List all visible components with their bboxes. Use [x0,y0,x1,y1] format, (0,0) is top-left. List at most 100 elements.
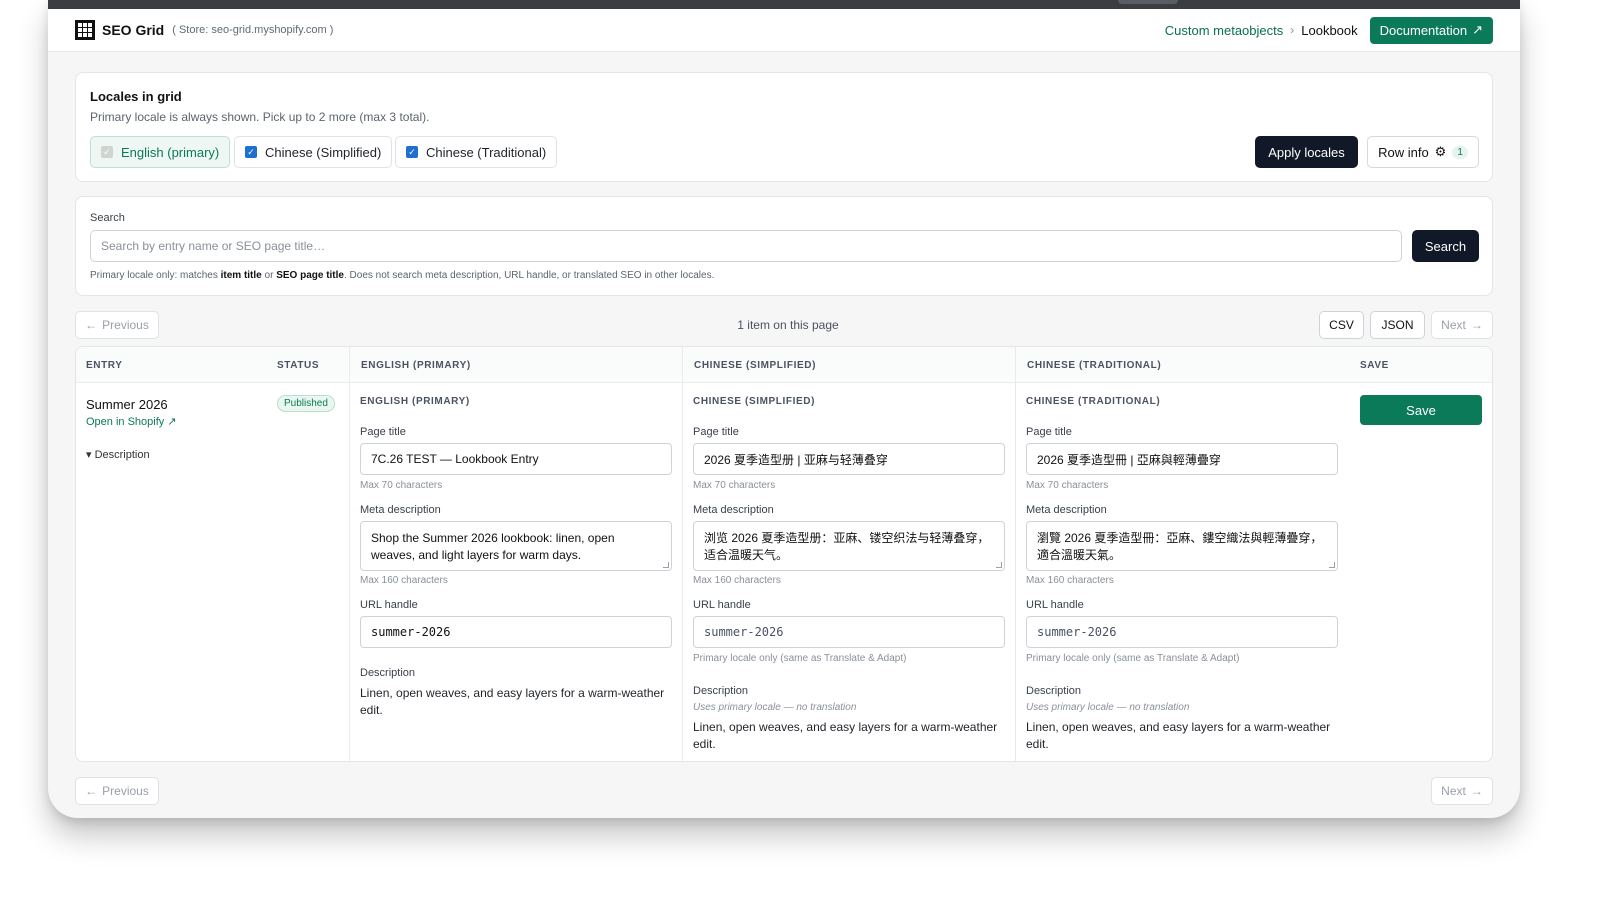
search-button[interactable]: Search [1412,230,1479,262]
locale-chinese-simplified-checkbox[interactable]: ✓ Chinese (Simplified) [234,136,393,168]
item-count: 1 item on this page [737,318,839,332]
arrow-right-icon: → [1470,318,1483,332]
browser-top-strip [48,0,1520,9]
chevron-right-icon: › [1290,23,1295,37]
app-window: SEO Grid ( Store: seo-grid.myshopify.com… [48,0,1520,818]
row-info-label: Row info [1378,144,1429,160]
meta-description-textarea[interactable]: 瀏覽 2026 夏季造型冊：亞麻、鏤空織法與輕薄疊穿，適合溫暖天氣。 [1026,521,1338,571]
url-handle-help: Primary locale only (same as Translate &… [693,653,907,664]
search-card: Search Search Primary locale only: match… [75,196,1493,296]
checkbox-icon: ✓ [406,146,418,158]
search-input[interactable] [90,230,1402,262]
locale-english-checkbox[interactable]: ✓ English (primary) [90,136,231,168]
description-label: Description [693,685,749,697]
previous-label: Previous [102,318,149,332]
page-title-input[interactable]: 2026 夏季造型册 | 亚麻与轻薄叠穿 [693,443,1005,475]
seo-grid-table: ENTRY STATUS ENGLISH (PRIMARY) CHINESE (… [75,346,1493,762]
meta-description-label: Meta description [360,504,441,516]
header-status: STATUS [277,360,320,371]
locale-label: Chinese (Traditional) [426,144,547,160]
description-help: Uses primary locale — no translation [1026,702,1190,713]
meta-description-help: Max 160 characters [693,575,781,586]
gear-icon: ⚙ [1434,144,1447,159]
row-info-count-badge: 1 [1452,145,1468,159]
arrow-left-icon: ← [85,784,98,798]
url-handle-input: summer-2026 [693,616,1005,648]
column-heading: CHINESE (SIMPLIFIED) [693,396,816,407]
breadcrumb-custom-metaobjects[interactable]: Custom metaobjects [1165,23,1284,38]
previous-button-bottom[interactable]: ← Previous [75,777,159,805]
header-chinese-simplified: CHINESE (SIMPLIFIED) [694,360,817,371]
locale-chinese-traditional-checkbox[interactable]: ✓ Chinese (Traditional) [395,136,558,168]
documentation-label: Documentation [1379,22,1468,38]
breadcrumb-current: Lookbook [1301,22,1358,38]
url-handle-label: URL handle [693,599,751,611]
next-button-top[interactable]: Next → [1431,311,1493,339]
previous-label: Previous [102,784,149,798]
strip-notch [1118,0,1178,4]
column-heading: ENGLISH (PRIMARY) [360,396,470,407]
header-entry: ENTRY [86,360,123,371]
next-label: Next [1441,784,1466,798]
checkbox-icon: ✓ [101,146,113,158]
meta-description-textarea[interactable]: 浏览 2026 夏季造型册：亚麻、镂空织法与轻薄叠穿，适合温暖天气。 [693,521,1005,571]
column-heading: CHINESE (TRADITIONAL) [1026,396,1161,407]
locale-label: English (primary) [121,144,220,160]
next-button-bottom[interactable]: Next → [1431,777,1493,805]
json-button[interactable]: JSON [1370,311,1425,339]
description-label: Description [360,667,416,679]
header-save: SAVE [1360,360,1389,371]
meta-description-help: Max 160 characters [1026,575,1114,586]
description-text: Linen, open weaves, and easy layers for … [693,720,998,751]
arrow-right-icon: → [1470,784,1483,798]
checkbox-icon: ✓ [245,146,257,158]
arrow-left-icon: ← [85,318,98,332]
url-handle-label: URL handle [360,599,418,611]
meta-description-help: Max 160 characters [360,575,448,586]
page-title-help: Max 70 characters [693,480,776,491]
page-title-label: Page title [360,426,406,438]
locales-subtitle: Primary locale is always shown. Pick up … [90,110,430,124]
save-button[interactable]: Save [1360,395,1482,425]
description-text: Linen, open weaves, and easy layers for … [1026,720,1331,751]
documentation-button[interactable]: Documentation ↗ [1369,16,1493,44]
search-label: Search [90,212,125,224]
previous-button-top[interactable]: ← Previous [75,311,159,339]
page-title-input[interactable]: 2026 夏季造型冊 | 亞麻與輕薄疊穿 [1026,443,1338,475]
description-toggle[interactable]: ▾ Description [86,448,150,461]
page-title-input[interactable]: 7C.26 TEST — Lookbook Entry [360,443,672,475]
url-handle-help: Primary locale only (same as Translate &… [1026,653,1240,664]
app-header: SEO Grid ( Store: seo-grid.myshopify.com… [48,9,1520,52]
locale-column-chinese-simplified: CHINESE (SIMPLIFIED) Page title 2026 夏季造… [682,383,1015,761]
meta-description-label: Meta description [1026,504,1107,516]
locale-column-english: ENGLISH (PRIMARY) Page title 7C.26 TEST … [349,383,682,761]
locale-label: Chinese (Simplified) [265,144,382,160]
header-chinese-traditional: CHINESE (TRADITIONAL) [1027,360,1162,371]
row-info-button[interactable]: Row info ⚙ 1 [1367,136,1479,168]
page-title-label: Page title [693,426,739,438]
page-title-help: Max 70 characters [360,480,443,491]
apply-locales-button[interactable]: Apply locales [1255,136,1358,168]
page-title-help: Max 70 characters [1026,480,1109,491]
entry-title: Summer 2026 [86,397,168,412]
url-handle-label: URL handle [1026,599,1084,611]
status-badge: Published [277,395,335,412]
url-handle-input: summer-2026 [1026,616,1338,648]
locales-title: Locales in grid [90,89,182,104]
description-help: Uses primary locale — no translation [693,702,857,713]
locales-card: Locales in grid Primary locale is always… [75,72,1493,182]
store-domain: ( Store: seo-grid.myshopify.com ) [172,24,334,36]
meta-description-label: Meta description [693,504,774,516]
description-text: Linen, open weaves, and easy layers for … [360,686,665,717]
breadcrumb: Custom metaobjects › Lookbook Documentat… [1165,16,1493,44]
meta-description-textarea[interactable]: Shop the Summer 2026 lookbook: linen, op… [360,521,672,571]
page-title-label: Page title [1026,426,1072,438]
external-link-icon: ↗ [1472,22,1483,37]
search-hint: Primary locale only: matches item title … [90,270,715,281]
csv-button[interactable]: CSV [1319,311,1364,339]
locale-column-chinese-traditional: CHINESE (TRADITIONAL) Page title 2026 夏季… [1015,383,1348,761]
description-label: Description [1026,685,1082,697]
header-english: ENGLISH (PRIMARY) [361,360,471,371]
url-handle-input[interactable]: summer-2026 [360,616,672,648]
open-in-shopify-link[interactable]: Open in Shopify ↗ [86,415,177,428]
